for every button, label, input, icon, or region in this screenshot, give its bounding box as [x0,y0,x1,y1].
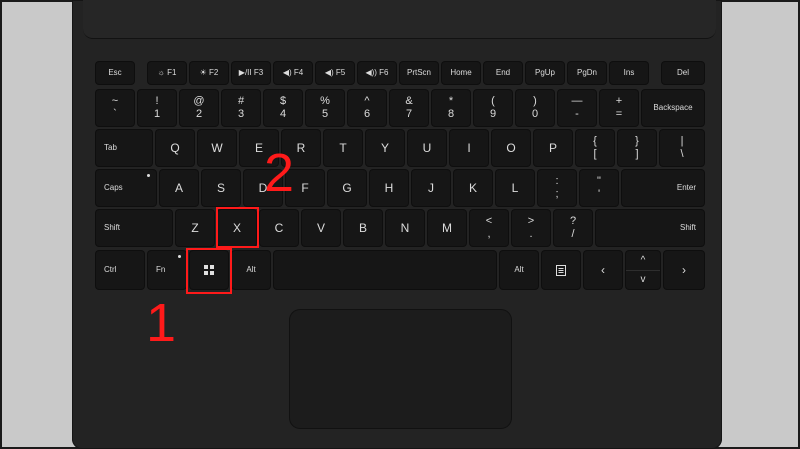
key-v[interactable]: V [302,210,340,246]
highlight-windows-key [186,248,232,294]
key-z[interactable]: Z [176,210,214,246]
key-4[interactable]: $4 [264,90,302,126]
key-pgup[interactable]: PgUp [526,62,564,84]
menu-icon [556,264,566,276]
key-6[interactable]: ^ 6 [348,90,386,126]
key-enter[interactable]: Enter [622,170,704,206]
key-h[interactable]: H [370,170,408,206]
key-minus[interactable]: — - [558,90,596,126]
key-comma[interactable]: <, [470,210,508,246]
key-end[interactable]: End [484,62,522,84]
key-f6[interactable]: ◀)) F6 [358,62,396,84]
key-l[interactable]: L [496,170,534,206]
arrow-up-icon[interactable]: ^ [626,251,660,271]
key-arrow-right[interactable]: › [664,251,704,289]
key-alt-right[interactable]: Alt [500,251,538,289]
key-period[interactable]: >. [512,210,550,246]
key-f2[interactable]: ☀ F2 [190,62,228,84]
key-equals[interactable]: + = [600,90,638,126]
key-y[interactable]: Y [366,130,404,166]
key-a[interactable]: A [160,170,198,206]
key-c[interactable]: C [260,210,298,246]
key-shift-left[interactable]: Shift [96,210,172,246]
key-f5[interactable]: ◀) F5 [316,62,354,84]
key-7[interactable]: & 7 [390,90,428,126]
key-3[interactable]: #3 [222,90,260,126]
key-ctrl[interactable]: Ctrl [96,251,144,289]
key-backspace[interactable]: Backspace [642,90,704,126]
key-2[interactable]: @2 [180,90,218,126]
key-arrow-updown[interactable]: ^ v [626,251,660,289]
key-1[interactable]: ! 1 [138,90,176,126]
key-lbracket[interactable]: {[ [576,130,614,166]
key-prtscn[interactable]: PrtScn [400,62,438,84]
key-k[interactable]: K [454,170,492,206]
key-esc[interactable]: Esc [96,62,134,84]
key-backslash[interactable]: | \ [660,130,704,166]
key-semicolon[interactable]: :; [538,170,576,206]
key-tab[interactable]: Tab [96,130,152,166]
key-j[interactable]: J [412,170,450,206]
fn-lock-indicator [178,255,181,258]
key-9[interactable]: (9 [474,90,512,126]
key-rbracket[interactable]: }] [618,130,656,166]
key-home[interactable]: Home [442,62,480,84]
key-f3[interactable]: ▶/II F3 [232,62,270,84]
callout-step-1: 1 [146,293,177,353]
key-arrow-left[interactable]: ‹ [584,251,622,289]
key-8[interactable]: * 8 [432,90,470,126]
key-o[interactable]: O [492,130,530,166]
key-u[interactable]: U [408,130,446,166]
key-del[interactable]: Del [662,62,704,84]
callout-step-2: 2 [264,143,295,203]
key-0[interactable]: ) 0 [516,90,554,126]
key-slash[interactable]: ? / [554,210,592,246]
key-5[interactable]: % 5 [306,90,344,126]
key-alt-left[interactable]: Alt [232,251,270,289]
arrow-down-icon[interactable]: v [626,270,660,289]
touchpad[interactable] [290,310,511,428]
key-menu[interactable] [542,251,580,289]
key-p[interactable]: P [534,130,572,166]
key-g[interactable]: G [328,170,366,206]
key-fn[interactable]: Fn [148,251,186,289]
key-i[interactable]: I [450,130,488,166]
highlight-x-key [216,207,259,248]
key-b[interactable]: B [344,210,382,246]
key-pgdn[interactable]: PgDn [568,62,606,84]
keyboard-hinge-strip [83,0,716,39]
key-q[interactable]: Q [156,130,194,166]
key-tilde[interactable]: ~ ` [96,90,134,126]
key-f1[interactable]: ☼ F1 [148,62,186,84]
caps-lock-indicator [147,174,150,177]
key-w[interactable]: W [198,130,236,166]
key-t[interactable]: T [324,130,362,166]
key-caps[interactable]: Caps [96,170,156,206]
key-ins[interactable]: Ins [610,62,648,84]
key-s[interactable]: S [202,170,240,206]
key-shift-right[interactable]: Shift [596,210,704,246]
key-space[interactable] [274,251,496,289]
key-quote[interactable]: " ' [580,170,618,206]
key-m[interactable]: M [428,210,466,246]
key-n[interactable]: N [386,210,424,246]
key-f4[interactable]: ◀) F4 [274,62,312,84]
